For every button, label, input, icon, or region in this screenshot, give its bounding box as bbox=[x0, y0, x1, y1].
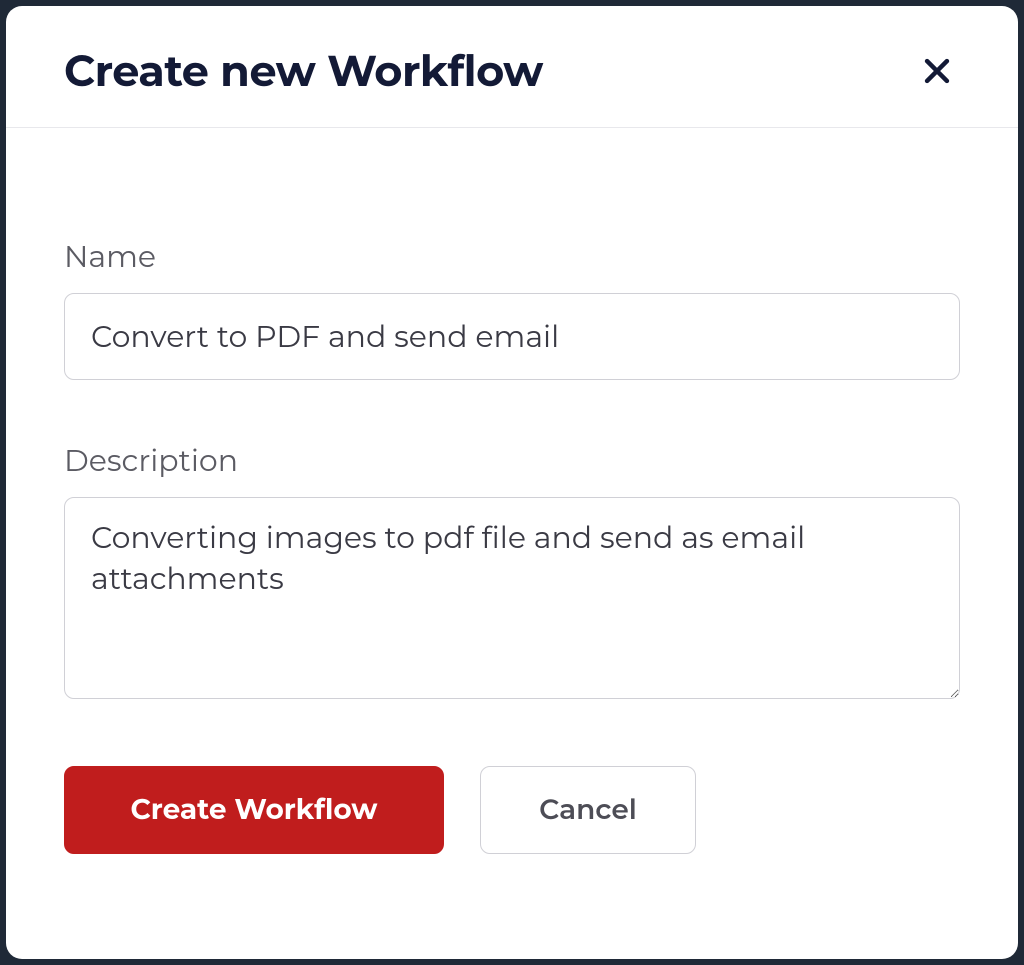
create-workflow-modal: Create new Workflow Name Description Cre… bbox=[6, 6, 1018, 959]
name-label: Name bbox=[64, 238, 960, 275]
description-input[interactable] bbox=[64, 497, 960, 699]
close-button[interactable] bbox=[914, 48, 960, 94]
modal-header: Create new Workflow bbox=[6, 6, 1018, 128]
modal-title: Create new Workflow bbox=[64, 44, 543, 97]
button-row: Create Workflow Cancel bbox=[64, 766, 960, 854]
description-field-group: Description bbox=[64, 442, 960, 704]
cancel-button[interactable]: Cancel bbox=[480, 766, 696, 854]
close-icon bbox=[920, 54, 954, 88]
create-workflow-button[interactable]: Create Workflow bbox=[64, 766, 444, 854]
modal-body: Name Description Create Workflow Cancel bbox=[6, 128, 1018, 959]
description-label: Description bbox=[64, 442, 960, 479]
name-field-group: Name bbox=[64, 238, 960, 380]
name-input[interactable] bbox=[64, 293, 960, 380]
